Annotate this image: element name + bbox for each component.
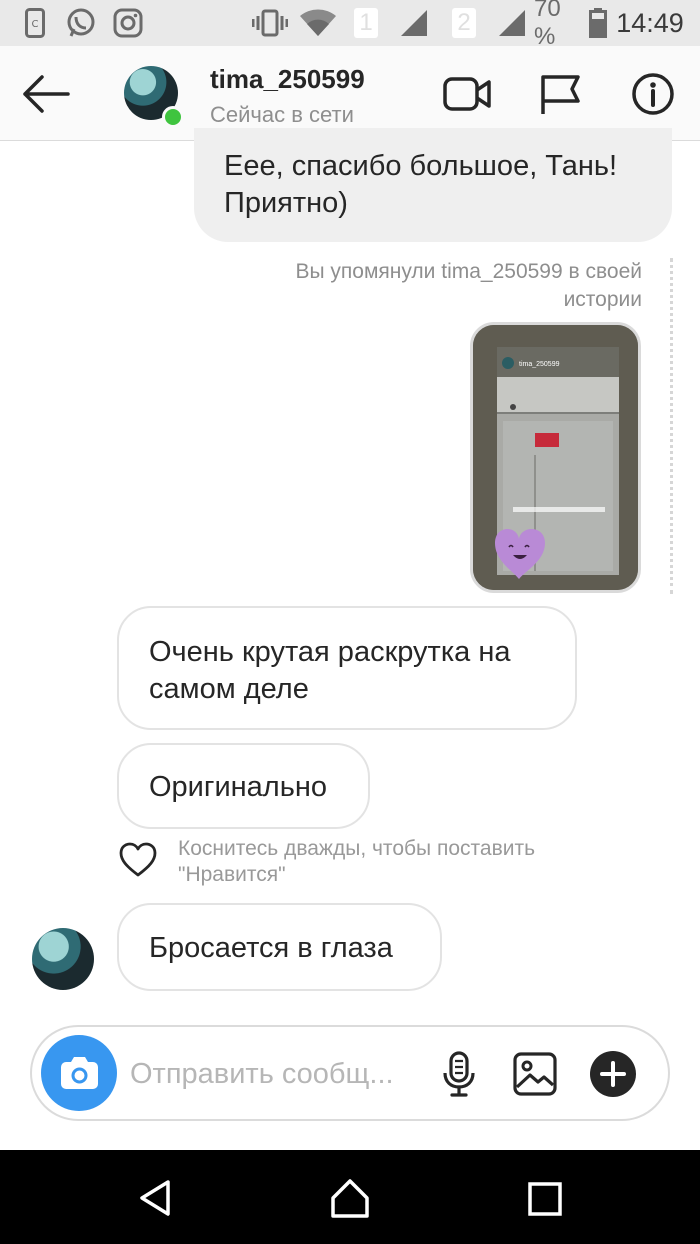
message-bubble-received[interactable]: Очень крутая раскрутка на самом деле bbox=[117, 606, 577, 730]
signal-icon bbox=[398, 8, 430, 38]
battery-icon bbox=[588, 8, 608, 38]
gallery-icon[interactable] bbox=[510, 1049, 560, 1099]
contact-username[interactable]: tima_250599 bbox=[210, 64, 365, 95]
sim2-badge: 2 bbox=[452, 8, 476, 38]
wifi-icon bbox=[298, 8, 338, 38]
flag-icon[interactable] bbox=[536, 72, 586, 116]
message-input[interactable] bbox=[130, 1053, 420, 1095]
sender-avatar[interactable] bbox=[32, 928, 94, 990]
message-composer bbox=[30, 1025, 670, 1121]
nav-home-icon[interactable] bbox=[328, 1176, 372, 1220]
system-navigation-bar bbox=[0, 1150, 700, 1244]
sim-card-icon: C bbox=[24, 8, 46, 38]
clock: 14:49 bbox=[616, 7, 684, 38]
signal-icon bbox=[496, 8, 528, 38]
instagram-icon bbox=[112, 8, 144, 38]
message-bubble-received[interactable]: Оригинально bbox=[117, 743, 370, 829]
story-thumbnail[interactable]: tima_250599 bbox=[470, 322, 641, 593]
vibrate-icon bbox=[252, 8, 288, 38]
chat-header: tima_250599 Сейчас в сети bbox=[0, 46, 700, 141]
svg-text:C: C bbox=[32, 19, 39, 30]
status-bar: C 1 2 70 % 14:49 bbox=[0, 0, 700, 50]
camera-icon bbox=[61, 1057, 98, 1089]
heart-icon[interactable] bbox=[118, 840, 158, 880]
nav-back-icon[interactable] bbox=[134, 1176, 178, 1220]
camera-button[interactable] bbox=[41, 1035, 117, 1111]
story-username-label: tima_250599 bbox=[519, 361, 560, 368]
whatsapp-icon bbox=[64, 8, 98, 38]
online-indicator bbox=[162, 106, 184, 128]
microphone-icon[interactable] bbox=[434, 1049, 484, 1099]
contact-avatar[interactable] bbox=[124, 66, 184, 128]
story-mention-caption: Вы упомянули tima_250599 в своей истории bbox=[295, 260, 642, 311]
message-bubble-sent[interactable]: Еее, спасибо большое, Тань! Приятно) bbox=[194, 128, 672, 242]
video-call-icon[interactable] bbox=[442, 72, 492, 116]
message-bubble-received[interactable]: Бросается в глаза bbox=[117, 903, 442, 991]
add-circle-icon[interactable] bbox=[588, 1049, 638, 1099]
info-icon[interactable] bbox=[628, 72, 678, 116]
thread-divider bbox=[670, 258, 673, 594]
back-arrow-icon[interactable] bbox=[20, 74, 70, 114]
contact-status: Сейчас в сети bbox=[210, 102, 354, 127]
battery-percent: 70 % bbox=[534, 0, 561, 50]
nav-recents-icon[interactable] bbox=[522, 1176, 566, 1220]
sim1-badge: 1 bbox=[354, 8, 378, 38]
double-tap-like-hint: Коснитесь дважды, чтобы поставить "Нрави… bbox=[178, 837, 536, 886]
